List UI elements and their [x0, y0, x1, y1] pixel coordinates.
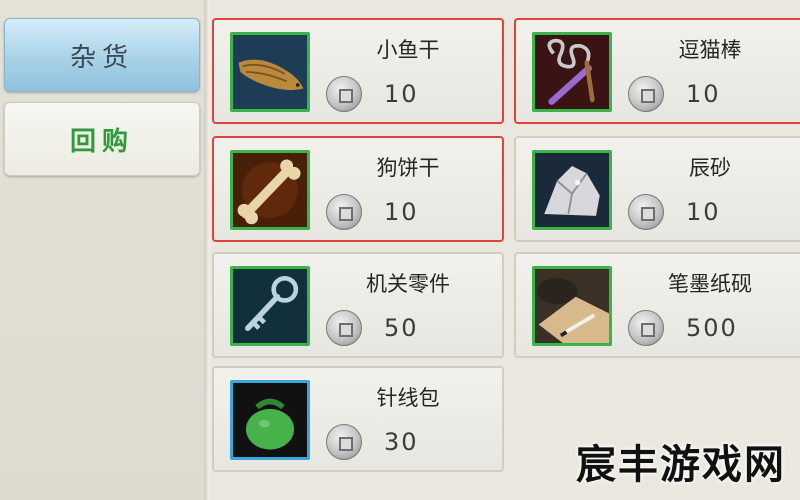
item-price: 30 — [384, 428, 419, 456]
shop-item-card[interactable]: 笔墨纸砚 500 — [514, 252, 800, 358]
item-name: 针线包 — [376, 386, 440, 410]
cinnabar-icon — [532, 150, 612, 230]
dog-biscuit-icon — [230, 150, 310, 230]
item-price: 10 — [686, 80, 721, 108]
item-price: 10 — [384, 80, 419, 108]
item-name: 辰砂 — [689, 156, 731, 180]
item-name: 笔墨纸砚 — [668, 272, 752, 296]
shop-item-card[interactable]: 小鱼干 10 — [212, 18, 504, 124]
shop-item-card[interactable]: 机关零件 50 — [212, 252, 504, 358]
copper-coin-icon — [326, 194, 362, 230]
item-name: 狗饼干 — [376, 156, 440, 180]
site-watermark: 宸丰游戏网 — [576, 442, 786, 488]
shop-item-card[interactable]: 逗猫棒 10 — [514, 18, 800, 124]
mechanism-key-icon — [230, 266, 310, 346]
shop-item-card[interactable]: 针线包 30 — [212, 366, 504, 472]
copper-coin-icon — [326, 76, 362, 112]
tab-buyback[interactable]: 回购 — [4, 102, 200, 176]
dried-fish-icon — [230, 32, 310, 112]
item-price: 10 — [686, 198, 721, 226]
tab-groceries[interactable]: 杂货 — [4, 18, 200, 92]
copper-coin-icon — [628, 76, 664, 112]
shop-item-card[interactable]: 辰砂 10 — [514, 136, 800, 242]
item-name: 机关零件 — [366, 272, 450, 296]
item-price: 10 — [384, 198, 419, 226]
sewing-kit-icon — [230, 380, 310, 460]
stationery-icon — [532, 266, 612, 346]
item-name: 小鱼干 — [376, 38, 440, 62]
item-price: 50 — [384, 314, 419, 342]
copper-coin-icon — [326, 310, 362, 346]
shop-item-card[interactable]: 狗饼干 10 — [212, 136, 504, 242]
shop-item-grid: 小鱼干 10 逗猫棒 10 狗饼干 10 辰砂 10 机关零件 50 笔墨纸砚 … — [210, 0, 800, 500]
copper-coin-icon — [628, 310, 664, 346]
cat-teaser-icon — [532, 32, 612, 112]
copper-coin-icon — [326, 424, 362, 460]
category-sidebar: 杂货 回购 — [0, 0, 204, 500]
copper-coin-icon — [628, 194, 664, 230]
item-price: 500 — [686, 314, 738, 342]
item-name: 逗猫棒 — [678, 38, 742, 62]
